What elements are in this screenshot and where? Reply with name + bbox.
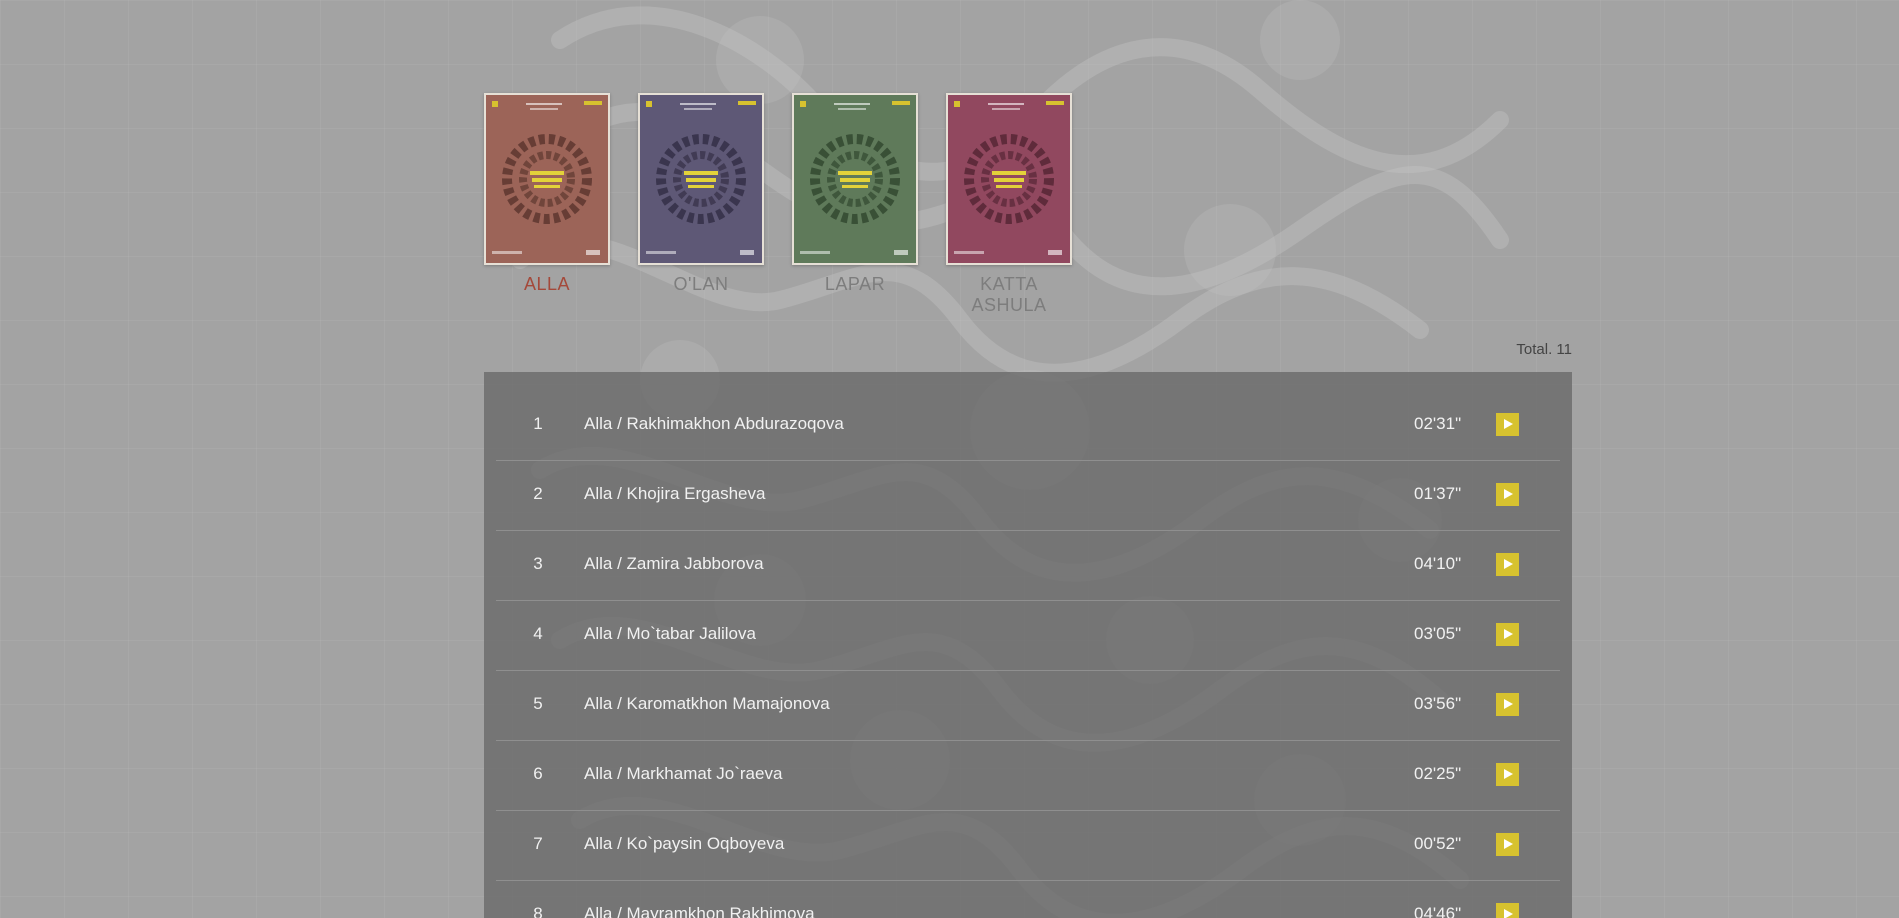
track-number: 8 — [533, 904, 543, 918]
album-olan[interactable]: O'LAN — [638, 93, 764, 316]
track-number: 3 — [533, 554, 543, 573]
track-row[interactable]: 2 Alla / Khojira Ergasheva 01'37" — [496, 460, 1560, 531]
track-row[interactable]: 1 Alla / Rakhimakhon Abdurazoqova 02'31" — [496, 390, 1560, 461]
track-list: 1 Alla / Rakhimakhon Abdurazoqova 02'31"… — [484, 372, 1572, 918]
track-duration: 01'37" — [1414, 484, 1462, 503]
track-number: 5 — [533, 694, 543, 713]
track-row[interactable]: 4 Alla / Mo`tabar Jalilova 03'05" — [496, 600, 1560, 671]
play-icon[interactable] — [1496, 553, 1519, 576]
album-label-olan[interactable]: O'LAN — [638, 274, 764, 295]
album-cover-list: ALLA O'LAN LAPAR KATTA ASHULA — [484, 93, 1072, 316]
track-title[interactable]: Alla / Karomatkhon Mamajonova — [584, 694, 830, 714]
track-title[interactable]: Alla / Markhamat Jo`raeva — [584, 764, 782, 784]
track-row[interactable]: 3 Alla / Zamira Jabborova 04'10" — [496, 530, 1560, 601]
track-title[interactable]: Alla / Mo`tabar Jalilova — [584, 624, 756, 644]
album-label-katta-ashula[interactable]: KATTA ASHULA — [946, 274, 1072, 316]
album-lapar[interactable]: LAPAR — [792, 93, 918, 316]
play-icon[interactable] — [1496, 763, 1519, 786]
track-number: 6 — [533, 764, 543, 783]
track-title[interactable]: Alla / Ko`paysin Oqboyeva — [584, 834, 784, 854]
track-number: 2 — [533, 484, 543, 503]
track-duration: 04'10" — [1414, 554, 1462, 573]
album-cover-katta-ashula[interactable] — [946, 93, 1072, 265]
track-total-count: Total. 11 — [1516, 341, 1572, 358]
album-label-alla[interactable]: ALLA — [484, 274, 610, 295]
track-title[interactable]: Alla / Khojira Ergasheva — [584, 484, 765, 504]
track-duration: 02'31" — [1414, 414, 1462, 433]
track-row[interactable]: 7 Alla / Ko`paysin Oqboyeva 00'52" — [496, 810, 1560, 881]
track-duration: 03'05" — [1414, 624, 1462, 643]
track-row[interactable]: 8 Alla / Mayramkhon Rakhimova 04'46" — [496, 880, 1560, 918]
album-label-lapar[interactable]: LAPAR — [792, 274, 918, 295]
album-alla[interactable]: ALLA — [484, 93, 610, 316]
track-row[interactable]: 6 Alla / Markhamat Jo`raeva 02'25" — [496, 740, 1560, 811]
track-title[interactable]: Alla / Rakhimakhon Abdurazoqova — [584, 414, 844, 434]
play-icon[interactable] — [1496, 903, 1519, 918]
album-cover-alla[interactable] — [484, 93, 610, 265]
track-title[interactable]: Alla / Mayramkhon Rakhimova — [584, 904, 815, 918]
play-icon[interactable] — [1496, 833, 1519, 856]
track-number: 7 — [533, 834, 543, 853]
track-duration: 02'25" — [1414, 764, 1462, 783]
track-number: 1 — [533, 414, 543, 433]
album-page: ALLA O'LAN LAPAR KATTA ASHULA Total. 11 … — [484, 0, 1572, 918]
play-icon[interactable] — [1496, 623, 1519, 646]
play-icon[interactable] — [1496, 693, 1519, 716]
album-cover-olan[interactable] — [638, 93, 764, 265]
album-katta-ashula[interactable]: KATTA ASHULA — [946, 93, 1072, 316]
track-duration: 03'56" — [1414, 694, 1462, 713]
album-cover-lapar[interactable] — [792, 93, 918, 265]
play-icon[interactable] — [1496, 413, 1519, 436]
track-duration: 00'52" — [1414, 834, 1462, 853]
track-row[interactable]: 5 Alla / Karomatkhon Mamajonova 03'56" — [496, 670, 1560, 741]
track-number: 4 — [533, 624, 543, 643]
track-duration: 04'46" — [1414, 904, 1462, 918]
track-title[interactable]: Alla / Zamira Jabborova — [584, 554, 764, 574]
play-icon[interactable] — [1496, 483, 1519, 506]
